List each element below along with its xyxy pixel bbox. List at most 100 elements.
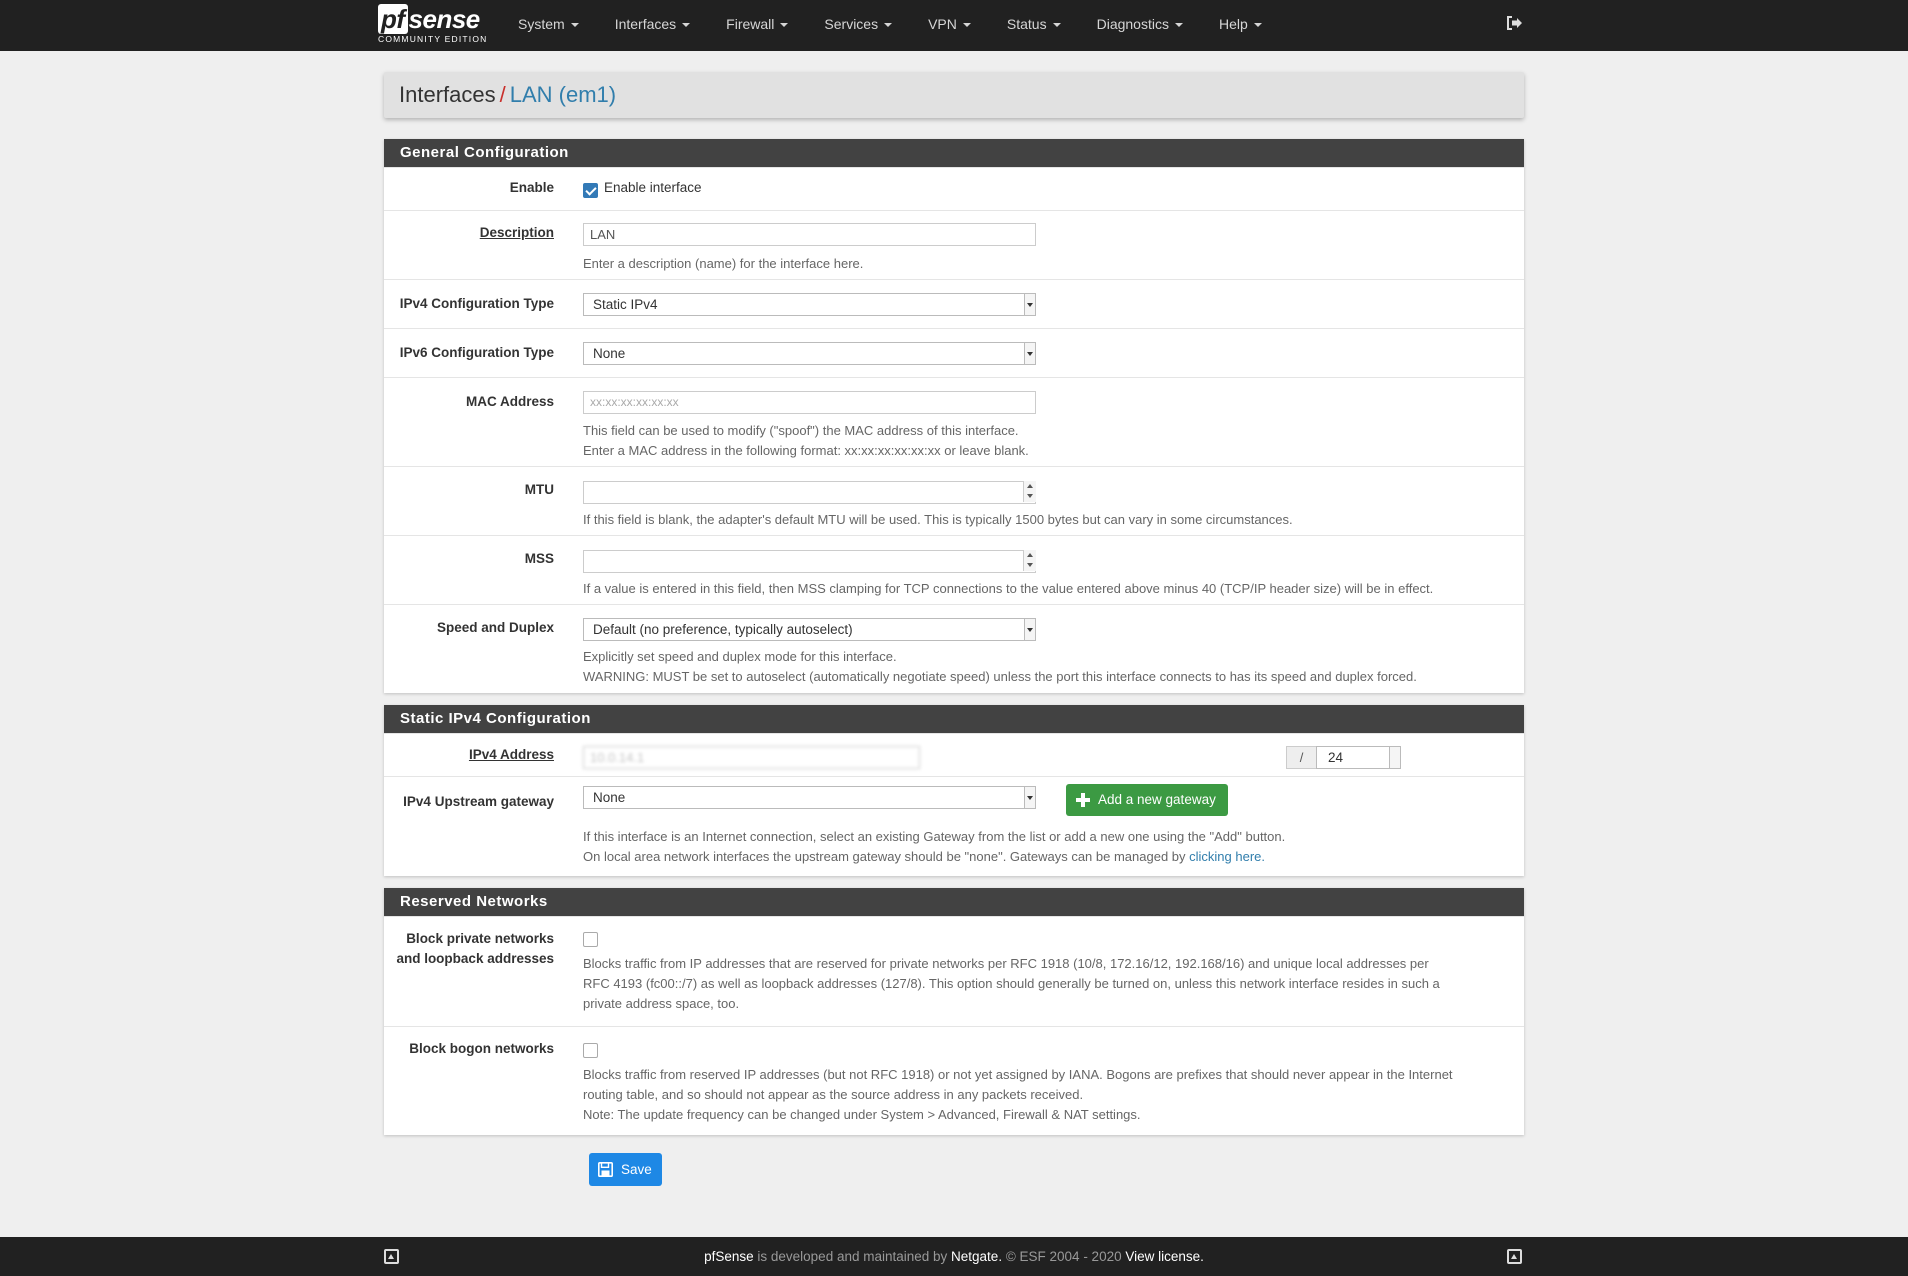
caret-down-icon bbox=[1052, 23, 1061, 27]
menu-vpn[interactable]: VPN bbox=[910, 0, 989, 51]
scroll-top-icon[interactable] bbox=[1507, 1249, 1522, 1264]
description-label[interactable]: Description bbox=[384, 225, 554, 240]
ipv6-type-label: IPv6 Configuration Type bbox=[399, 345, 554, 360]
mtu-input[interactable] bbox=[583, 481, 1036, 504]
breadcrumb-section[interactable]: Interfaces bbox=[399, 82, 496, 107]
block-private-help: Blocks traffic from IP addresses that ar… bbox=[583, 954, 1440, 1014]
menu-interfaces[interactable]: Interfaces bbox=[597, 0, 708, 51]
caret-down-icon bbox=[682, 23, 691, 27]
block-bogon-help: Blocks traffic from reserved IP addresse… bbox=[583, 1065, 1453, 1125]
main-menu: System Interfaces Firewall Services VPN … bbox=[500, 0, 1280, 51]
ipv6-type-select[interactable]: None bbox=[583, 342, 1036, 365]
number-spinner-icon[interactable] bbox=[1023, 481, 1036, 502]
dropdown-arrow-icon bbox=[1024, 343, 1035, 364]
help-line: Blocks traffic from IP addresses that ar… bbox=[583, 956, 1429, 971]
help-line: On local area network interfaces the ups… bbox=[583, 849, 1190, 864]
breadcrumb: Interfaces / LAN (em1) bbox=[399, 82, 616, 108]
speed-duplex-help: Explicitly set speed and duplex mode for… bbox=[583, 647, 1417, 687]
enable-interface-label[interactable]: Enable interface bbox=[604, 180, 702, 195]
dropdown-arrow-icon bbox=[1389, 747, 1400, 768]
scroll-top-icon[interactable] bbox=[384, 1249, 399, 1264]
help-line: Blocks traffic from reserved IP addresse… bbox=[583, 1067, 1453, 1082]
help-line: This field can be used to modify ("spoof… bbox=[583, 423, 1019, 438]
footer-netgate-link[interactable]: Netgate. bbox=[951, 1249, 1002, 1264]
row-block-bogon: Block bogon networks Blocks traffic from… bbox=[384, 1026, 1524, 1135]
ipv4-gateway-value: None bbox=[593, 790, 626, 805]
footer: pfSense is developed and maintained by N… bbox=[0, 1237, 1908, 1276]
caret-down-icon bbox=[884, 23, 893, 27]
logout-icon[interactable] bbox=[1505, 14, 1523, 32]
logo-pf: pf bbox=[378, 4, 408, 34]
menu-label: VPN bbox=[928, 16, 957, 32]
ipv6-type-value: None bbox=[593, 346, 626, 361]
mss-help: If a value is entered in this field, the… bbox=[583, 581, 1434, 596]
panel-heading: Static IPv4 Configuration bbox=[384, 705, 1524, 733]
ipv4-address-input[interactable]: 10.0.14.1 bbox=[583, 746, 920, 769]
row-speed-duplex: Speed and Duplex Default (no preference,… bbox=[384, 604, 1524, 692]
add-gateway-button[interactable]: Add a new gateway bbox=[1066, 784, 1228, 816]
menu-diagnostics[interactable]: Diagnostics bbox=[1079, 0, 1201, 51]
block-bogon-checkbox[interactable] bbox=[583, 1043, 598, 1058]
description-help: Enter a description (name) for the inter… bbox=[583, 256, 864, 271]
navbar: pf sense COMMUNITY EDITION System Interfa… bbox=[0, 0, 1908, 51]
ipv4-type-label: IPv4 Configuration Type bbox=[399, 296, 554, 311]
mss-input[interactable] bbox=[583, 550, 1036, 573]
pfsense-logo[interactable]: pf sense COMMUNITY EDITION bbox=[378, 4, 488, 47]
logo-edition: COMMUNITY EDITION bbox=[378, 34, 488, 44]
ipv4-address-label[interactable]: IPv4 Address bbox=[384, 747, 554, 762]
breadcrumb-current[interactable]: LAN (em1) bbox=[510, 82, 616, 107]
save-button[interactable]: Save bbox=[589, 1153, 662, 1186]
plus-icon bbox=[1076, 793, 1090, 807]
footer-license-link[interactable]: View license. bbox=[1125, 1249, 1204, 1264]
enable-label: Enable bbox=[509, 180, 554, 195]
caret-down-icon bbox=[962, 23, 971, 27]
speed-duplex-value: Default (no preference, typically autose… bbox=[593, 622, 853, 637]
caret-down-icon bbox=[1174, 23, 1183, 27]
help-line: routing table, and so should not appear … bbox=[583, 1087, 1084, 1102]
ipv4-gateway-select[interactable]: None bbox=[583, 786, 1036, 809]
add-gateway-label: Add a new gateway bbox=[1098, 792, 1216, 807]
block-bogon-label: Block bogon networks bbox=[409, 1041, 554, 1056]
menu-status[interactable]: Status bbox=[989, 0, 1079, 51]
speed-duplex-label: Speed and Duplex bbox=[436, 620, 554, 635]
description-input[interactable]: LAN bbox=[583, 223, 1036, 246]
dropdown-arrow-icon bbox=[1024, 787, 1035, 808]
static-ipv4-panel: Static IPv4 Configuration IPv4 Address 1… bbox=[384, 705, 1524, 876]
footer-copyright: © ESF 2004 - 2020 bbox=[1002, 1249, 1126, 1264]
ipv4-gateway-help: If this interface is an Internet connect… bbox=[583, 827, 1285, 867]
block-private-label: Block private networks and loopback addre… bbox=[384, 929, 554, 969]
block-private-checkbox[interactable] bbox=[583, 932, 598, 947]
manage-gateways-link[interactable]: clicking here. bbox=[1189, 849, 1265, 864]
logo-sense: sense bbox=[408, 4, 481, 34]
help-line: RFC 4193 (fc00::/7) as well as loopback … bbox=[583, 976, 1440, 991]
menu-label: Diagnostics bbox=[1096, 16, 1169, 32]
dropdown-arrow-icon bbox=[1024, 294, 1035, 315]
label-line: Block private networks bbox=[406, 931, 554, 946]
menu-label: Interfaces bbox=[614, 16, 677, 32]
mac-address-input[interactable]: xx:xx:xx:xx:xx:xx bbox=[583, 391, 1036, 414]
row-block-private: Block private networks and loopback addre… bbox=[384, 916, 1524, 1026]
subnet-mask-value: 24 bbox=[1328, 750, 1344, 765]
subnet-mask-select[interactable]: 24 bbox=[1316, 746, 1401, 769]
panel-heading: Reserved Networks bbox=[384, 888, 1524, 916]
row-mss: MSS If a value is entered in this field,… bbox=[384, 535, 1524, 604]
save-label: Save bbox=[621, 1162, 652, 1177]
ipv4-gateway-label: IPv4 Upstream gateway bbox=[403, 794, 554, 809]
caret-down-icon bbox=[1253, 23, 1262, 27]
number-spinner-icon[interactable] bbox=[1023, 550, 1036, 571]
enable-interface-checkbox[interactable] bbox=[583, 183, 598, 198]
ipv4-type-select[interactable]: Static IPv4 bbox=[583, 293, 1036, 316]
footer-pfsense-link[interactable]: pfSense bbox=[704, 1249, 754, 1264]
mss-label: MSS bbox=[524, 551, 554, 566]
panel-heading: General Configuration bbox=[384, 139, 1524, 167]
menu-system[interactable]: System bbox=[500, 0, 597, 51]
help-line: Enter a MAC address in the following for… bbox=[583, 443, 1029, 458]
menu-firewall[interactable]: Firewall bbox=[708, 0, 806, 51]
menu-help[interactable]: Help bbox=[1201, 0, 1280, 51]
menu-services[interactable]: Services bbox=[806, 0, 910, 51]
speed-duplex-select[interactable]: Default (no preference, typically autose… bbox=[583, 618, 1036, 641]
help-line: private address space, too. bbox=[583, 996, 740, 1011]
mtu-help: If this field is blank, the adapter's de… bbox=[583, 512, 1293, 527]
dropdown-arrow-icon bbox=[1024, 619, 1035, 640]
row-ipv4-type: IPv4 Configuration Type Static IPv4 bbox=[384, 279, 1524, 328]
